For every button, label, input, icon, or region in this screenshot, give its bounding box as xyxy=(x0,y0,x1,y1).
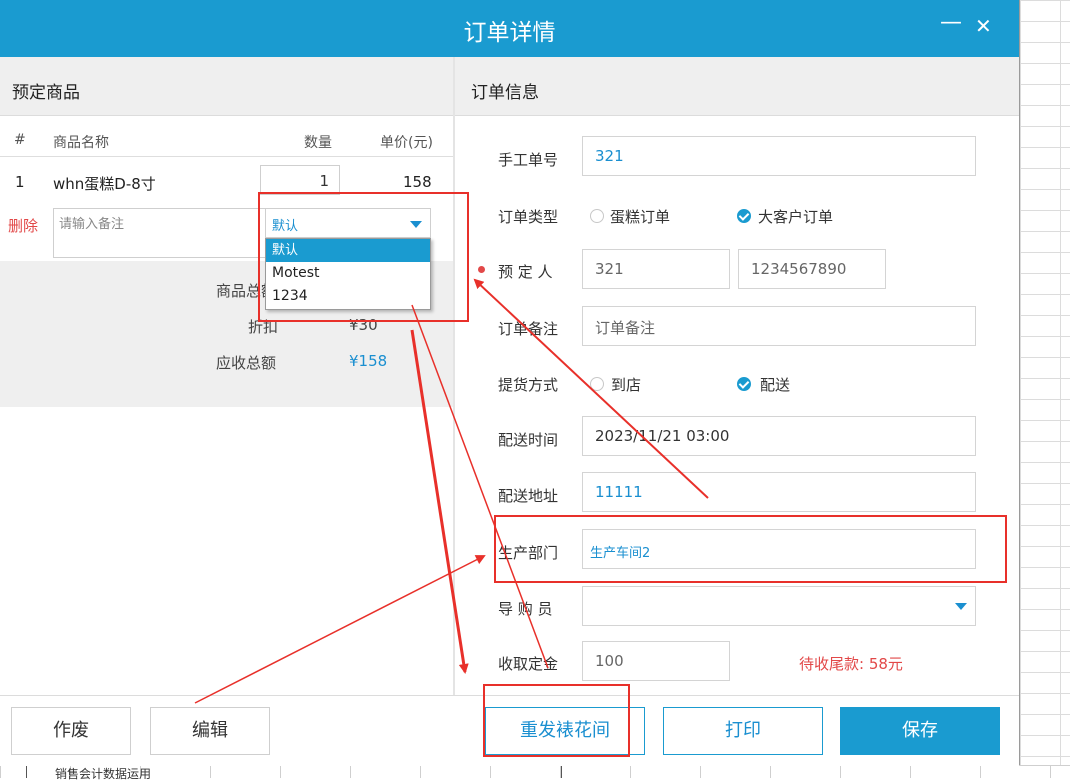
remaining-balance: 待收尾款: 58元 xyxy=(799,655,903,673)
radio-delivery-label: 配送 xyxy=(760,376,791,394)
spreadsheet-bottom-row: 销售会计数据运用 xyxy=(0,765,1070,781)
delete-link[interactable]: 删除 xyxy=(8,215,38,236)
dept-input[interactable]: 生产车间2 xyxy=(582,529,976,569)
print-button[interactable]: 打印 xyxy=(663,707,823,755)
deposit-input[interactable]: 100 xyxy=(582,641,730,681)
spreadsheet-background xyxy=(1020,0,1070,777)
receivable-value: ¥158 xyxy=(349,352,388,370)
radio-vip-order[interactable] xyxy=(737,209,751,223)
booker-name-input[interactable]: 321 xyxy=(582,249,730,289)
order-info-header: 订单信息 xyxy=(455,57,1019,116)
pickup-label: 提货方式 xyxy=(498,376,559,394)
select-option[interactable]: Motest xyxy=(266,262,430,285)
col-qty: 数量 xyxy=(304,135,332,151)
save-button[interactable]: 保存 xyxy=(840,707,1000,755)
item-note-input[interactable]: 请输入备注 xyxy=(53,208,273,258)
col-name: 商品名称 xyxy=(53,135,109,151)
select-options-list: 默认 Motest 1234 xyxy=(265,238,431,310)
item-name: whn蛋糕D-8寸 xyxy=(53,175,156,193)
select-value: 默认 xyxy=(272,219,299,234)
dept-label: 生产部门 xyxy=(498,544,559,562)
radio-in-store-label: 到店 xyxy=(611,376,642,394)
delivery-time-label: 配送时间 xyxy=(498,431,559,449)
required-icon xyxy=(478,266,485,273)
quantity-input[interactable]: 1 xyxy=(260,165,340,195)
manual-no-input[interactable]: 321 xyxy=(582,136,976,176)
void-button[interactable]: 作废 xyxy=(11,707,131,755)
remark-label: 订单备注 xyxy=(498,320,559,338)
chevron-down-icon xyxy=(410,221,422,228)
remark-input[interactable]: 订单备注 xyxy=(582,306,976,346)
select-option[interactable]: 默认 xyxy=(266,239,430,262)
radio-vip-order-label: 大客户订单 xyxy=(758,208,834,226)
title-bar: 订单详情 — ✕ xyxy=(0,0,1019,57)
address-input[interactable]: 11111 xyxy=(582,472,976,512)
address-label: 配送地址 xyxy=(498,487,559,505)
window-title: 订单详情 xyxy=(463,20,556,46)
receivable-label: 应收总额 xyxy=(216,354,277,372)
col-price: 单价(元) xyxy=(380,135,433,151)
radio-cake-order-label: 蛋糕订单 xyxy=(610,208,671,226)
background-cell-text: 销售会计数据运用 xyxy=(55,767,152,781)
item-index: 1 xyxy=(15,173,25,191)
close-icon[interactable]: ✕ xyxy=(975,14,992,38)
edit-button[interactable]: 编辑 xyxy=(150,707,270,755)
guide-label: 导 购 员 xyxy=(498,600,553,618)
discount-label: 折扣 xyxy=(248,318,279,336)
discount-value: ¥30 xyxy=(349,316,378,334)
select-option[interactable]: 1234 xyxy=(266,285,430,308)
resend-button[interactable]: 重发裱花间 xyxy=(485,707,645,755)
reserved-goods-header: 预定商品 xyxy=(0,57,453,116)
order-info-title: 订单信息 xyxy=(471,83,539,103)
booker-label: 预 定 人 xyxy=(498,263,553,281)
item-price: 158 xyxy=(403,173,432,191)
guide-select[interactable] xyxy=(582,586,976,626)
footer-bar: 作废 编辑 重发裱花间 打印 保存 xyxy=(0,695,1019,766)
delivery-time-input[interactable]: 2023/11/21 03:00 xyxy=(582,416,976,456)
chevron-down-icon xyxy=(955,603,967,610)
deposit-label: 收取定金 xyxy=(498,655,559,673)
minimize-icon[interactable]: — xyxy=(940,10,962,35)
col-index: # xyxy=(14,132,26,148)
booker-phone-input[interactable]: 1234567890 xyxy=(738,249,886,289)
order-type-label: 订单类型 xyxy=(498,208,559,226)
item-type-select[interactable]: 默认 xyxy=(265,208,431,238)
order-detail-dialog: 订单详情 — ✕ 预定商品 # 商品名称 数量 单价(元) 1 whn蛋糕D-8… xyxy=(0,0,1020,766)
reserved-goods-title: 预定商品 xyxy=(12,83,80,103)
radio-delivery[interactable] xyxy=(737,377,751,391)
radio-in-store[interactable] xyxy=(590,377,604,391)
manual-no-label: 手工单号 xyxy=(498,151,559,169)
radio-cake-order[interactable] xyxy=(590,209,604,223)
